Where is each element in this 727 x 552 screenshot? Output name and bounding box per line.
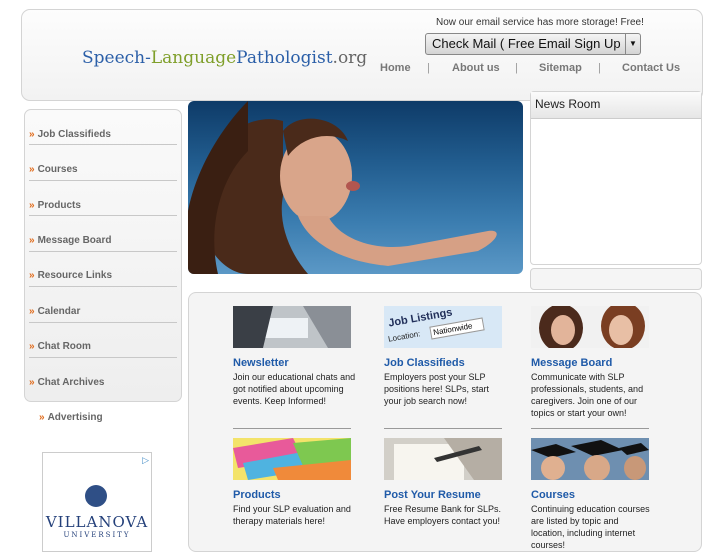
card-divider	[233, 428, 351, 429]
courses-link[interactable]: Courses	[531, 489, 575, 501]
nav-about-link[interactable]: About us	[452, 62, 500, 74]
sidebar-item-chat-archives[interactable]: » Chat Archives	[29, 359, 177, 394]
newsletter-description: Join our educational chats and got notif…	[233, 372, 356, 406]
news-room-title: News Room	[531, 92, 701, 119]
card-divider	[384, 428, 502, 429]
sidebar-item-resource-links[interactable]: » Resource Links	[29, 252, 177, 287]
sidebar-item-advertising[interactable]: » Advertising	[39, 412, 103, 423]
nav-separator: |	[427, 62, 430, 74]
post-resume-description: Free Resume Bank for SLPs. Have employer…	[384, 504, 502, 526]
news-room-footer	[530, 268, 702, 290]
sidebar-item-message-board[interactable]: » Message Board	[29, 217, 177, 252]
job-classifieds-link[interactable]: Job Classifieds	[384, 357, 465, 369]
nav-separator: |	[598, 62, 601, 74]
site-logo[interactable]: Speech-LanguagePathologist.org	[82, 48, 367, 68]
news-room-panel: News Room	[530, 91, 702, 265]
courses-description: Continuing education courses are listed …	[531, 504, 650, 550]
products-link[interactable]: Products	[233, 489, 281, 501]
newsletter-link[interactable]: Newsletter	[233, 357, 289, 369]
message-board-description: Communicate with SLP professionals, stud…	[531, 372, 644, 418]
villanova-ad-banner[interactable]: ▷ VILLANOVA UNIVERSITY	[42, 452, 152, 552]
email-promo-text: Now our email service has more storage! …	[436, 17, 644, 28]
site-header: Speech-LanguagePathologist.org Now our e…	[21, 9, 703, 101]
features-panel: Job Listings Location: Nationwide Newsle…	[188, 292, 702, 552]
job-classifieds-image[interactable]: Job Listings Location: Nationwide	[384, 306, 502, 348]
job-classifieds-description: Employers post your SLP positions here! …	[384, 372, 490, 406]
nav-separator: |	[515, 62, 518, 74]
sidebar-item-chat-room[interactable]: » Chat Room	[29, 323, 177, 358]
message-board-image[interactable]	[531, 306, 649, 348]
sidebar-item-job-classifieds[interactable]: » Job Classifieds	[29, 110, 177, 145]
chevron-down-icon[interactable]: ▼	[625, 34, 640, 54]
nav-home-link[interactable]: Home	[380, 62, 411, 74]
ad-university-sub: UNIVERSITY	[63, 531, 131, 539]
post-resume-image[interactable]	[384, 438, 502, 480]
woman-blowing-kiss-image	[188, 101, 497, 274]
ad-choices-icon[interactable]: ▷	[142, 455, 149, 466]
nav-contact-link[interactable]: Contact Us	[622, 62, 680, 74]
courses-image[interactable]	[531, 438, 649, 480]
ad-university-name: VILLANOVA	[45, 513, 149, 531]
message-board-link[interactable]: Message Board	[531, 357, 612, 369]
sidebar-menu: » Job Classifieds » Courses » Products » Mes…	[24, 109, 182, 402]
post-resume-link[interactable]: Post Your Resume	[384, 489, 481, 501]
sidebar-item-products[interactable]: » Products	[29, 181, 177, 216]
products-image[interactable]	[233, 438, 351, 480]
card-divider	[531, 428, 649, 429]
email-select-dropdown[interactable]: Check Mail ( Free Email Sign Up ▼	[425, 33, 641, 55]
university-crest-icon	[85, 485, 107, 507]
products-description: Find your SLP evaluation and therapy mat…	[233, 504, 351, 526]
sidebar-item-courses[interactable]: » Courses	[29, 146, 177, 181]
newsletter-image[interactable]	[233, 306, 351, 348]
sidebar-item-calendar[interactable]: » Calendar	[29, 288, 177, 323]
nav-sitemap-link[interactable]: Sitemap	[539, 62, 582, 74]
hero-banner-image	[188, 101, 523, 274]
